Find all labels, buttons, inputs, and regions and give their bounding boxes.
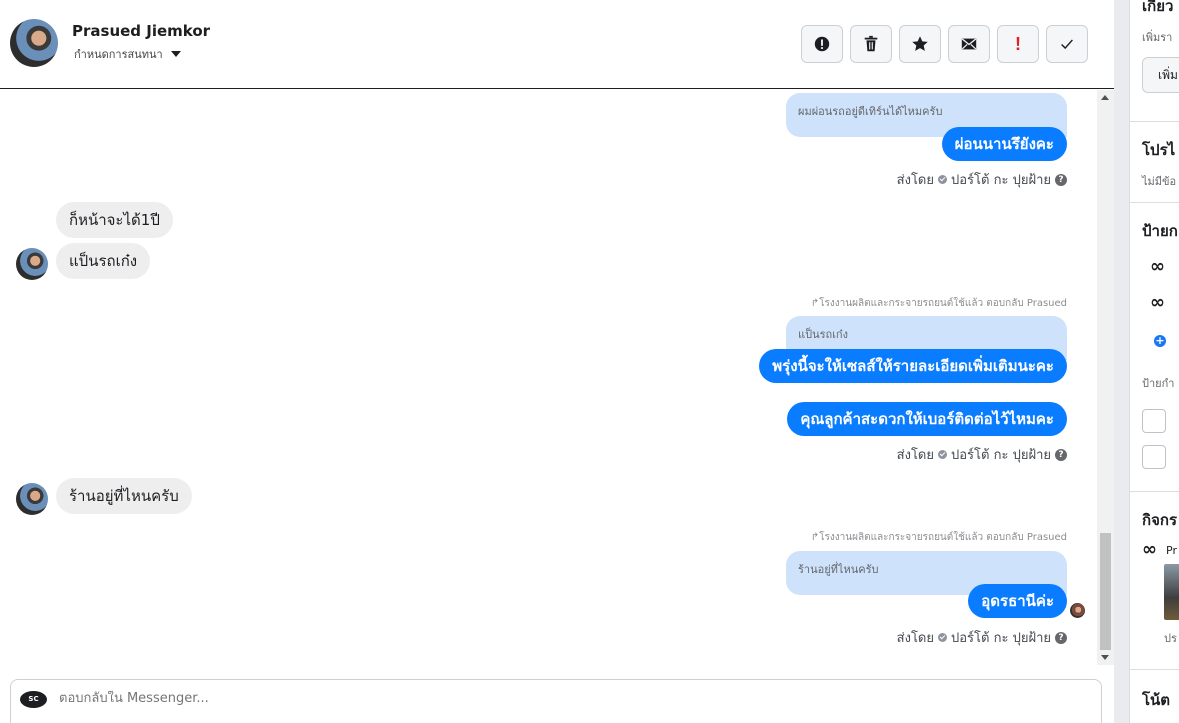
page-logo-icon: SC xyxy=(20,691,47,708)
meta-logo-icon: ∞ xyxy=(1150,292,1165,313)
sent-by-name[interactable]: ปอร์โต้ กะ ปุยฝ้าย xyxy=(951,444,1051,465)
reply-context-label: ↱โรงงานผลิตและกระจายรถยนต์ใช้แล้ว ตอบกลั… xyxy=(811,530,1067,545)
reply-input[interactable] xyxy=(59,691,859,706)
assign-label: กำหนดการสนทนา xyxy=(74,48,163,61)
star-icon xyxy=(912,36,928,51)
scroll-down-arrow-icon[interactable] xyxy=(1101,655,1109,660)
mark-unread-button[interactable] xyxy=(948,25,990,63)
message-thread: ผมผ่อนรถอยู่ดีเทิร์นได้ไหมครับ ผ่อนนานรึ… xyxy=(0,90,1097,665)
reply-arrow-icon: ↱ xyxy=(810,532,820,543)
labels-section-title: ป้ายก xyxy=(1142,222,1178,240)
activity-thumbnail[interactable] xyxy=(1164,564,1179,620)
outgoing-message[interactable]: ผ่อนนานรึยังคะ xyxy=(941,127,1067,161)
sent-by-info: ส่งโดย ปอร์โต้ กะ ปุยฝ้าย ? xyxy=(897,444,1067,465)
activity-section-title: กิจกร xyxy=(1142,511,1178,529)
add-info-button[interactable]: เพิ่ม xyxy=(1142,57,1179,93)
sent-by-prefix: ส่งโดย xyxy=(896,448,934,463)
trash-icon xyxy=(864,35,878,52)
notes-section-title: โน้ต xyxy=(1142,691,1171,709)
help-icon[interactable]: ? xyxy=(1055,448,1067,461)
contact-avatar[interactable] xyxy=(16,248,48,280)
sent-by-name[interactable]: ปอร์โต้ กะ ปุยฝ้าย xyxy=(951,169,1051,190)
outgoing-message[interactable]: คุณลูกค้าสะดวกให้เบอร์ติดต่อไว้ไหมคะ xyxy=(787,402,1067,436)
check-icon xyxy=(1061,39,1073,50)
verified-check-icon xyxy=(938,450,947,459)
divider xyxy=(1130,669,1179,670)
inbox-app: Prasued Jiemkor กำหนดการสนทนา ! ผมผ่อนรถ… xyxy=(0,0,1179,723)
sent-by-prefix: ส่งโดย xyxy=(896,173,934,188)
star-button[interactable] xyxy=(899,25,941,63)
contact-details-panel: เกี่ยว เพิ่มรา เพิ่ม โปรไ ไม่มีข้อ ป้ายก… xyxy=(1129,0,1179,723)
alert-circle-icon xyxy=(814,36,830,52)
sent-by-prefix: ส่งโดย xyxy=(896,631,934,646)
divider xyxy=(1130,202,1179,203)
panel-gutter xyxy=(1114,0,1129,723)
label-checkbox[interactable] xyxy=(1142,409,1166,433)
reply-context-label: ↱โรงงานผลิตและกระจายรถยนต์ใช้แล้ว ตอบกลั… xyxy=(811,296,1067,311)
help-icon[interactable]: ? xyxy=(1055,173,1067,186)
assign-conversation-dropdown[interactable]: กำหนดการสนทนา xyxy=(74,45,181,63)
thread-scrollbar[interactable] xyxy=(1097,90,1114,665)
reply-arrow-icon: ↱ xyxy=(810,298,820,309)
activity-name: Pr xyxy=(1166,544,1177,557)
labels-subtitle: ป้ายกำ xyxy=(1142,377,1175,390)
spam-button[interactable] xyxy=(801,25,843,63)
contact-avatar[interactable] xyxy=(16,483,48,515)
reply-context-text: โรงงานผลิตและกระจายรถยนต์ใช้แล้ว ตอบกลับ… xyxy=(819,532,1067,543)
about-section-title: เกี่ยว xyxy=(1142,0,1174,15)
sent-by-name[interactable]: ปอร์โต้ กะ ปุยฝ้าย xyxy=(951,627,1051,648)
profile-section-subtitle: ไม่มีข้อ xyxy=(1142,175,1177,188)
mark-done-button[interactable] xyxy=(1046,25,1088,63)
add-label-icon[interactable]: + xyxy=(1154,335,1166,347)
about-section-subtitle: เพิ่มรา xyxy=(1142,31,1173,44)
incoming-message[interactable]: ก็หน้าจะได้1ปี xyxy=(56,202,173,238)
help-icon[interactable]: ? xyxy=(1055,631,1067,644)
envelope-icon xyxy=(961,38,977,50)
conversation-toolbar: ! xyxy=(801,25,1088,63)
seen-avatar xyxy=(1070,603,1085,618)
scroll-thumb[interactable] xyxy=(1100,533,1111,650)
sent-by-info: ส่งโดย ปอร์โต้ กะ ปุยฝ้าย ? xyxy=(897,169,1067,190)
sent-by-info: ส่งโดย ปอร์โต้ กะ ปุยฝ้าย ? xyxy=(897,627,1067,648)
verified-check-icon xyxy=(938,633,947,642)
reply-context-text: โรงงานผลิตและกระจายรถยนต์ใช้แล้ว ตอบกลับ… xyxy=(819,298,1067,309)
incoming-message[interactable]: แป็นรถเก๋ง xyxy=(56,243,151,279)
divider xyxy=(1130,121,1179,122)
contact-avatar[interactable] xyxy=(10,19,58,67)
message-composer: SC xyxy=(10,679,1102,723)
exclamation-icon: ! xyxy=(1015,33,1021,54)
contact-name[interactable]: Prasued Jiemkor xyxy=(72,22,210,40)
divider xyxy=(1130,491,1179,492)
meta-logo-icon: ∞ xyxy=(1150,256,1165,277)
incoming-message[interactable]: ร้านอยู่ที่ไหนครับ xyxy=(56,478,192,514)
conversation-header: Prasued Jiemkor กำหนดการสนทนา ! xyxy=(0,0,1114,89)
follow-up-button[interactable]: ! xyxy=(997,25,1039,63)
outgoing-message[interactable]: พรุ่งนี้จะให้เซลส์ให้รายละเอียดเพิ่มเติม… xyxy=(759,349,1067,383)
delete-button[interactable] xyxy=(850,25,892,63)
outgoing-message[interactable]: อุดรธานีค่ะ xyxy=(968,584,1067,618)
meta-logo-icon: ∞ xyxy=(1142,539,1157,560)
label-checkbox[interactable] xyxy=(1142,445,1166,469)
chevron-down-icon xyxy=(170,51,181,57)
profile-section-title: โปรไ xyxy=(1142,141,1176,159)
scroll-up-arrow-icon[interactable] xyxy=(1101,95,1109,100)
verified-check-icon xyxy=(938,175,947,184)
activity-caption: ปร xyxy=(1164,632,1177,645)
